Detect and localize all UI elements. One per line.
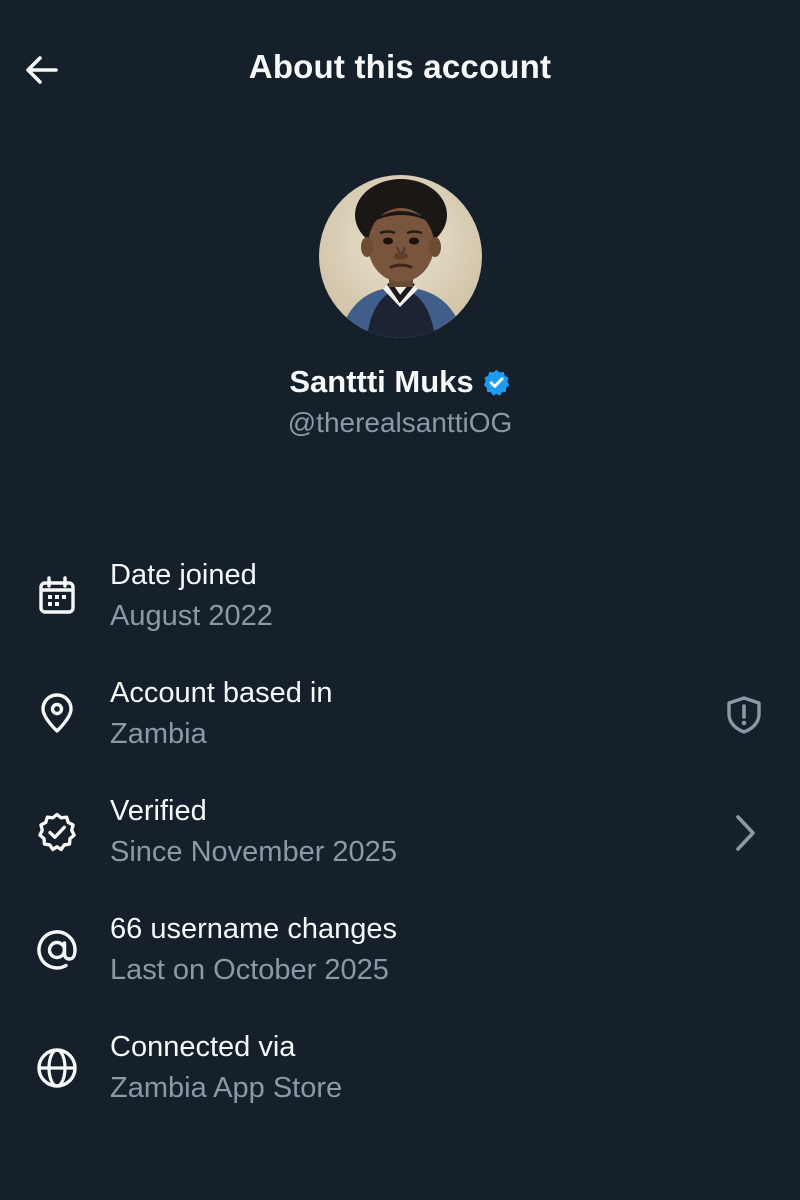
info-row-account-based-in: Account based in Zambia — [0, 673, 800, 791]
verified-label: Verified — [110, 795, 207, 827]
shield-alert-icon[interactable] — [722, 693, 766, 737]
verified-badge-outline-icon — [34, 809, 80, 855]
verified-value: Since November 2025 — [110, 836, 397, 868]
chevron-right-icon[interactable] — [722, 811, 766, 855]
avatar[interactable] — [319, 175, 482, 338]
account-based-in-value: Zambia — [110, 718, 207, 750]
date-joined-label: Date joined — [110, 559, 257, 591]
username-changes-label: 66 username changes — [110, 913, 397, 945]
account-based-in-label: Account based in — [110, 677, 333, 709]
account-info-list: Date joined August 2022 Account based in… — [0, 555, 800, 1145]
connected-via-value: Zambia App Store — [110, 1072, 343, 1104]
username-changes-value: Last on October 2025 — [110, 954, 389, 986]
date-joined-value: August 2022 — [110, 600, 273, 632]
info-row-connected-via: Connected via Zambia App Store — [0, 1027, 800, 1145]
at-sign-icon — [34, 927, 80, 973]
name-row: Santtti Muks — [0, 364, 800, 400]
info-row-username-changes: 66 username changes Last on October 2025 — [0, 909, 800, 1027]
display-name: Santtti Muks — [289, 364, 474, 399]
handle: @therealsanttiOG — [287, 407, 513, 438]
info-row-verified[interactable]: Verified Since November 2025 — [0, 791, 800, 909]
header: About this account — [0, 0, 800, 140]
about-account-screen: About this account Santtti Muks @thereal… — [0, 0, 800, 1200]
page-title: About this account — [248, 48, 552, 85]
avatar-image — [319, 175, 482, 338]
calendar-icon — [34, 573, 80, 619]
info-row-date-joined: Date joined August 2022 — [0, 555, 800, 673]
verified-badge-icon[interactable] — [482, 368, 511, 397]
connected-via-label: Connected via — [110, 1031, 296, 1063]
location-pin-icon — [34, 691, 80, 737]
globe-icon — [34, 1045, 80, 1091]
